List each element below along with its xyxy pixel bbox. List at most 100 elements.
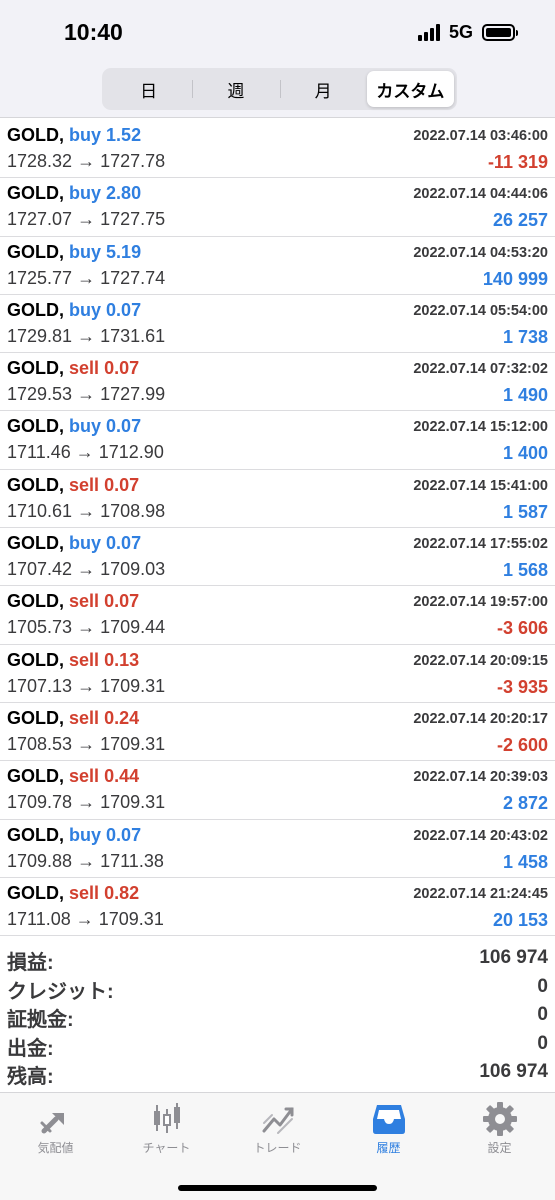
arrow-icon: →	[77, 151, 96, 171]
home-indicator[interactable]	[178, 1185, 377, 1191]
trade-row[interactable]: GOLD, buy 5.19 1725.77 → 1727.74 2022.07.1…	[0, 237, 555, 295]
trade-row[interactable]: GOLD, buy 0.07 1711.46 → 1712.90 2022.07.1…	[0, 411, 555, 470]
trade-time: 2022.07.14 05:54:00	[413, 302, 548, 319]
trade-volume: 0.07	[104, 474, 140, 495]
trade-row[interactable]: GOLD, sell 0.82 1711.08 → 1709.31 2022.07.…	[0, 878, 555, 937]
trade-time: 2022.07.14 03:46:00	[413, 128, 548, 144]
trade-profit: 1 587	[502, 501, 548, 522]
close-price: 1727.78	[100, 151, 166, 171]
arrow-icon: →	[77, 792, 96, 813]
trade-profit: 2 872	[502, 793, 548, 814]
trade-prices: 1707.13 → 1709.31	[7, 676, 165, 697]
segment-custom[interactable]: カスタム	[366, 71, 454, 107]
symbol-name: GOLD,	[7, 416, 64, 437]
summary-label: 出金:	[7, 1037, 54, 1060]
open-price: 1705.73	[7, 617, 73, 638]
trade-row[interactable]: GOLD, sell 0.24 1708.53 → 1709.31 2022.07.…	[0, 703, 555, 762]
trade-symbol: GOLD, buy 0.07	[7, 416, 141, 437]
tab-label: 履歴	[376, 1141, 401, 1155]
trade-profit: 1 400	[502, 443, 548, 464]
trade-side: buy	[69, 125, 102, 145]
trade-time: 2022.07.14 20:39:03	[413, 769, 548, 786]
trade-row[interactable]: GOLD, sell 0.44 1709.78 → 1709.31 2022.07.…	[0, 761, 555, 820]
trade-time: 2022.07.14 15:41:00	[413, 477, 548, 494]
trade-row[interactable]: GOLD, buy 1.52 1728.32 → 1727.78 2022.07.1…	[0, 120, 555, 179]
symbol-name: GOLD,	[7, 125, 64, 145]
symbol-name: GOLD,	[7, 591, 64, 612]
segment-day[interactable]: 日	[105, 71, 192, 107]
close-price: 1731.61	[100, 325, 166, 346]
tab-label: 気配値	[37, 1141, 74, 1155]
close-price: 1727.74	[100, 267, 166, 288]
tab-history[interactable]: 履歴	[333, 1101, 444, 1156]
symbol-name: GOLD,	[7, 241, 64, 262]
trade-symbol: GOLD, sell 0.24	[7, 708, 139, 729]
trade-history-list: GOLD, buy 1.52 1728.32 → 1727.78 2022.07.1…	[0, 120, 555, 937]
trade-side: sell	[69, 707, 100, 728]
trade-row[interactable]: GOLD, buy 0.07 1709.88 → 1711.38 2022.07.1…	[0, 820, 555, 878]
trade-chart-icon	[262, 1107, 293, 1134]
trade-profit: -2 600	[496, 734, 548, 755]
summary-value: 0	[537, 1004, 548, 1025]
network-type: 5G	[448, 22, 473, 42]
tab-chart[interactable]: チャート	[111, 1101, 222, 1156]
summary-row-profit: 損益: 106 974	[0, 944, 555, 974]
trade-row[interactable]: GOLD, sell 0.13 1707.13 → 1709.31 2022.07.…	[0, 645, 555, 703]
trade-volume: 0.07	[104, 591, 140, 612]
trade-time: 2022.07.14 19:57:00	[413, 594, 548, 611]
trade-side: sell	[69, 591, 100, 612]
trade-volume: 2.80	[106, 183, 142, 204]
trade-time: 2022.07.14 07:32:02	[413, 361, 548, 378]
trade-volume: 0.13	[104, 649, 140, 670]
symbol-name: GOLD,	[7, 707, 64, 728]
tab-trade[interactable]: トレード	[222, 1101, 333, 1156]
trade-side: sell	[69, 649, 100, 670]
open-price: 1729.81	[7, 325, 73, 346]
trade-symbol: GOLD, buy 2.80	[7, 183, 141, 204]
arrow-icon: →	[75, 442, 94, 463]
trade-prices: 1727.07 → 1727.75	[7, 209, 165, 230]
open-price: 1727.07	[7, 209, 73, 230]
trade-prices: 1729.81 → 1731.61	[7, 326, 165, 347]
trade-row[interactable]: GOLD, sell 0.07 1710.61 → 1708.98 2022.07.…	[0, 470, 555, 529]
close-price: 1709.31	[98, 908, 164, 929]
trade-profit: 26 257	[492, 210, 548, 231]
summary-value: 106 974	[479, 947, 548, 968]
summary-label: 残高:	[7, 1066, 54, 1088]
trade-row[interactable]: GOLD, sell 0.07 1705.73 → 1709.44 2022.07.…	[0, 586, 555, 645]
trade-row[interactable]: GOLD, buy 2.80 1727.07 → 1727.75 2022.07.1…	[0, 178, 555, 237]
trade-profit: 20 153	[492, 909, 548, 930]
close-price: 1709.31	[100, 733, 166, 754]
arrow-icon: →	[77, 850, 96, 871]
trade-volume: 0.82	[104, 882, 140, 903]
summary-value: 106 974	[479, 1061, 548, 1082]
close-price: 1727.75	[100, 209, 166, 230]
trade-side: buy	[69, 241, 102, 262]
trade-prices: 1710.61 → 1708.98	[7, 501, 165, 522]
segment-month[interactable]: 月	[279, 71, 367, 107]
status-indicators: 5G	[417, 22, 518, 43]
symbol-name: GOLD,	[7, 533, 64, 554]
segment-week[interactable]: 週	[192, 71, 279, 107]
summary-row-deposit: 証拠金: 0	[0, 1001, 555, 1031]
trade-side: sell	[69, 358, 100, 379]
trade-prices: 1725.77 → 1727.74	[7, 268, 165, 289]
tab-settings[interactable]: 設定	[444, 1101, 555, 1156]
trade-symbol: GOLD, buy 0.07	[7, 533, 141, 554]
summary-value: 0	[537, 975, 548, 997]
arrow-icon: →	[77, 559, 96, 580]
battery-icon	[482, 24, 518, 41]
status-time: 10:40	[64, 19, 123, 45]
symbol-name: GOLD,	[7, 183, 64, 204]
close-price: 1712.90	[98, 442, 164, 463]
tab-quotes[interactable]: 気配値	[0, 1101, 111, 1156]
trade-row[interactable]: GOLD, buy 0.07 1729.81 → 1731.61 2022.07.1…	[0, 295, 555, 354]
tab-label: チャート	[142, 1141, 191, 1155]
open-price: 1708.53	[7, 733, 73, 754]
trade-row[interactable]: GOLD, buy 0.07 1707.42 → 1709.03 2022.07.1…	[0, 528, 555, 587]
arrow-icon: →	[77, 733, 96, 754]
symbol-name: GOLD,	[7, 649, 64, 670]
trade-volume: 0.24	[104, 707, 140, 728]
arrow-icon: →	[77, 500, 96, 521]
trade-row[interactable]: GOLD, sell 0.07 1729.53 → 1727.99 2022.07.…	[0, 353, 555, 412]
